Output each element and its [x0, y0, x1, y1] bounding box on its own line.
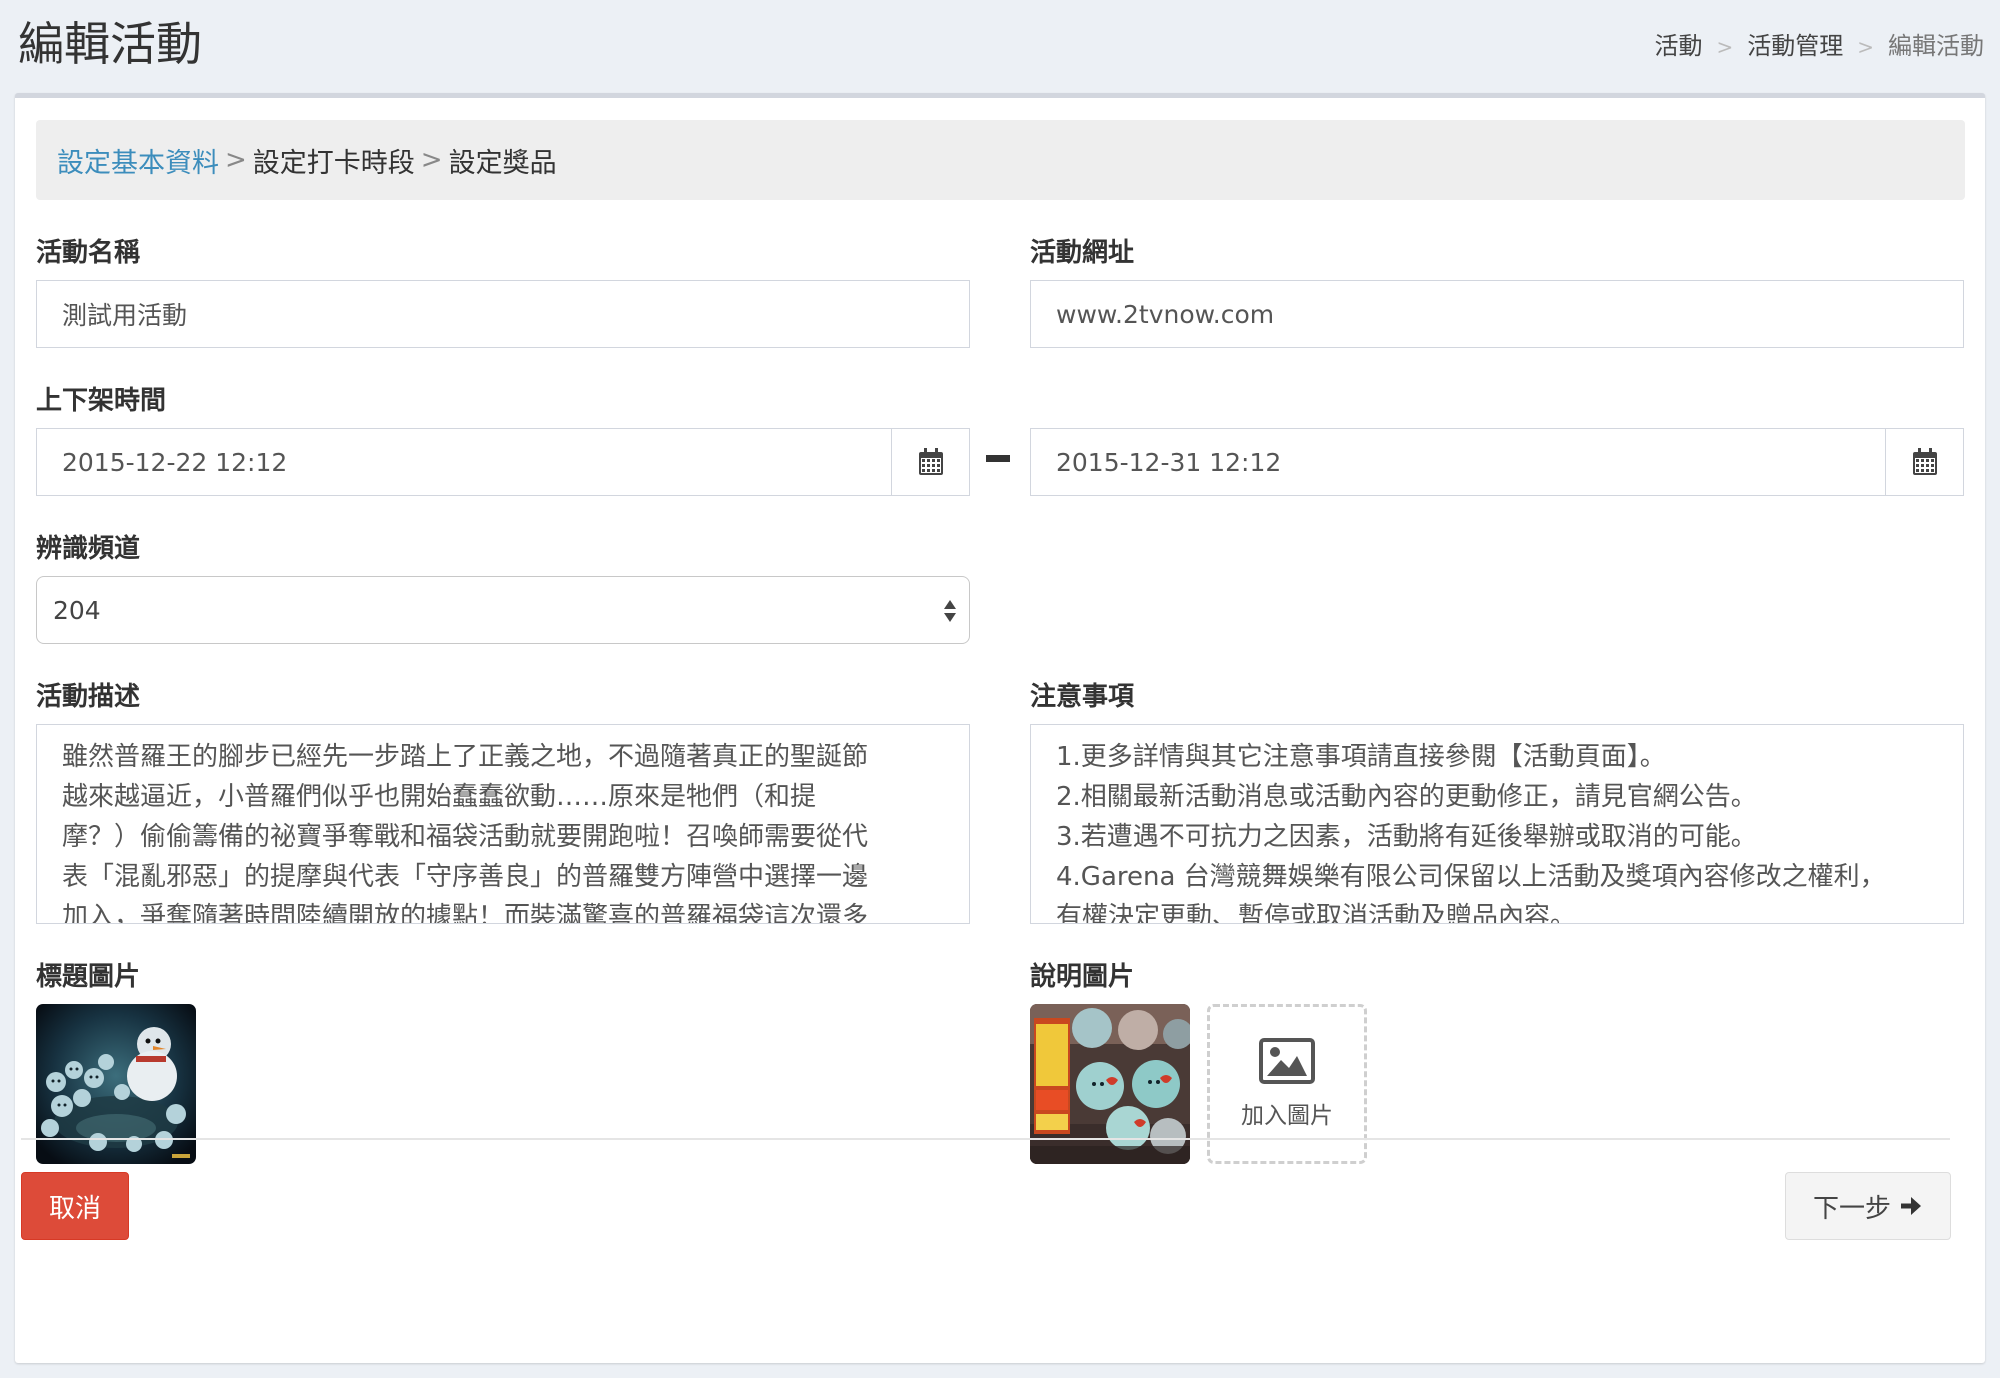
title-image-label: 標題圖片: [36, 962, 141, 992]
step-indicator: 設定基本資料 > 設定打卡時段 > 設定獎品: [36, 120, 1965, 200]
step-basic-info[interactable]: 設定基本資料: [57, 141, 219, 180]
end-date-input[interactable]: 2015-12-31 12:12: [1031, 429, 1885, 495]
breadcrumb: 活動 > 活動管理 > 編輯活動: [1654, 26, 1984, 61]
next-step-button[interactable]: 下一步: [1785, 1172, 1951, 1240]
description-line: 摩？）偷偷籌備的祕寶爭奪戰和福袋活動就要開跑啦！召喚師需要從代: [62, 822, 869, 852]
page-title: 編輯活動: [18, 17, 202, 71]
channel-label: 辨識頻道: [36, 534, 141, 564]
activity-url-input[interactable]: www.2tvnow.com: [1030, 280, 1964, 348]
publish-time-label: 上下架時間: [36, 386, 167, 416]
select-updown-icon: [944, 600, 956, 622]
breadcrumb-separator: >: [1857, 35, 1874, 59]
notes-label: 注意事項: [1030, 682, 1135, 712]
add-image-label: 加入圖片: [1241, 1103, 1333, 1129]
description-line: 表「混亂邪惡」的提摩與代表「守序善良」的普羅雙方陣營中選擇一邊: [62, 862, 869, 892]
end-calendar-button[interactable]: [1885, 429, 1963, 495]
activity-name-input[interactable]: 測試用活動: [36, 280, 970, 348]
calendar-icon: [1912, 448, 1937, 475]
channel-select-value: 204: [53, 595, 101, 625]
next-step-button-label: 下一步: [1812, 1193, 1891, 1224]
notes-line: 有權決定更動、暫停或取消活動及贈品內容。: [1056, 902, 1577, 924]
end-date-picker: 2015-12-31 12:12: [1030, 428, 1964, 496]
step-prizes: 設定獎品: [448, 147, 557, 179]
notes-line: 3.若遭遇不可抗力之因素，活動將有延後舉辦或取消的可能。: [1056, 822, 1757, 852]
notes-line: 1.更多詳情與其它注意事項請直接參閱【活動頁面】。: [1056, 742, 1666, 772]
start-date-picker: 2015-12-22 12:12: [36, 428, 970, 496]
breadcrumb-separator: >: [1716, 35, 1734, 59]
arrow-right-icon: [1901, 1197, 1921, 1215]
description-label: 活動描述: [36, 682, 141, 712]
step-separator: >: [420, 145, 443, 175]
channel-select[interactable]: 204: [36, 576, 970, 644]
description-line: 雖然普羅王的腳步已經先一步踏上了正義之地，不過隨著真正的聖誕節: [62, 742, 869, 772]
description-image-label: 說明圖片: [1030, 962, 1135, 992]
title-image-picture: [36, 1004, 196, 1164]
date-range-dash: [986, 455, 1010, 462]
description-image-picture: [1030, 1004, 1190, 1164]
add-image-button[interactable]: 加入圖片: [1207, 1004, 1367, 1164]
activity-name-label: 活動名稱: [36, 238, 141, 268]
breadcrumb-item-activity-management[interactable]: 活動管理: [1747, 32, 1843, 60]
notes-textarea[interactable]: 1.更多詳情與其它注意事項請直接參閱【活動頁面】。 2.相關最新活動消息或活動內…: [1030, 724, 1964, 924]
notes-line: 2.相關最新活動消息或活動內容的更動修正，請見官網公告。: [1056, 782, 1757, 812]
description-line: 越來越逼近，小普羅們似乎也開始蠢蠢欲動……原來是牠們（和提: [62, 782, 817, 812]
start-calendar-button[interactable]: [891, 429, 969, 495]
footer-divider: [21, 1138, 1950, 1140]
step-checkin-period: 設定打卡時段: [252, 147, 415, 179]
title-image-thumbnail[interactable]: [36, 1004, 196, 1164]
cancel-button-label: 取消: [48, 1193, 101, 1224]
description-textarea[interactable]: 雖然普羅王的腳步已經先一步踏上了正義之地，不過隨著真正的聖誕節 越來越逼近，小普…: [36, 724, 970, 924]
calendar-icon: [918, 448, 943, 475]
cancel-button[interactable]: 取消: [21, 1172, 129, 1240]
breadcrumb-item-edit-activity: 編輯活動: [1888, 32, 1984, 60]
start-date-input[interactable]: 2015-12-22 12:12: [37, 429, 891, 495]
activity-url-label: 活動網址: [1030, 238, 1135, 268]
breadcrumb-item-activity[interactable]: 活動: [1654, 32, 1702, 60]
page-header: 編輯活動 活動 > 活動管理 > 編輯活動: [0, 0, 2000, 94]
step-separator: >: [225, 145, 247, 175]
description-image-thumbnail[interactable]: [1030, 1004, 1190, 1164]
image-icon: [1259, 1038, 1315, 1084]
description-line: 加入，爭奪隨著時間陸續開放的據點！而裝滿驚喜的普羅福袋這次還多: [62, 902, 869, 924]
notes-line: 4.Garena 台灣競舞娛樂有限公司保留以上活動及獎項內容修改之權利，: [1056, 862, 1886, 892]
